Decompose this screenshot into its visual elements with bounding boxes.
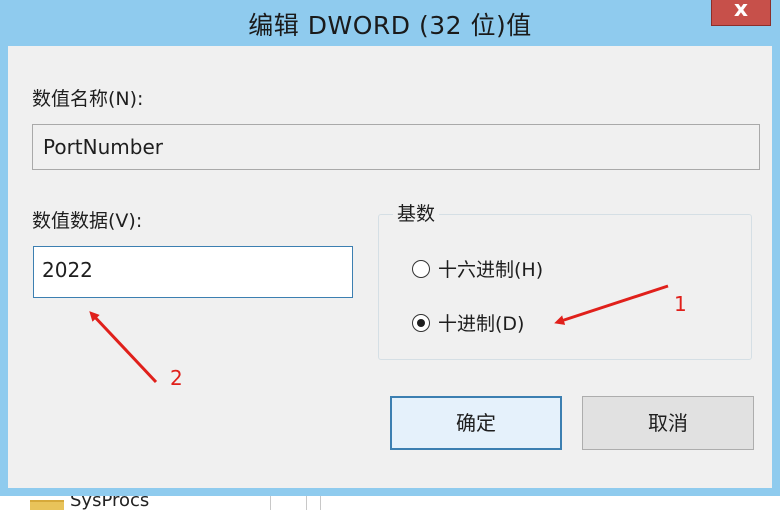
- title-bar[interactable]: 编辑 DWORD (32 位)值 x: [0, 0, 780, 44]
- radio-decimal-label[interactable]: 十进制(D): [438, 309, 524, 336]
- value-data-label: 数值数据(V):: [32, 210, 143, 232]
- value-data-input[interactable]: 2022: [33, 246, 353, 298]
- divider: [320, 496, 321, 510]
- close-icon: x: [733, 0, 749, 22]
- edit-dword-dialog: 编辑 DWORD (32 位)值 x 数值名称(N): PortNumber 数…: [0, 0, 780, 496]
- radio-checked-icon[interactable]: [412, 314, 430, 332]
- annotation-label-2: 2: [170, 366, 183, 390]
- divider: [270, 496, 271, 510]
- background-window-strip: SysProcs: [0, 496, 780, 510]
- background-tree-item: SysProcs: [70, 496, 150, 510]
- dialog-title: 编辑 DWORD (32 位)值: [248, 11, 532, 40]
- ok-button[interactable]: 确定: [390, 396, 562, 450]
- close-button[interactable]: x: [711, 0, 771, 26]
- divider: [306, 496, 307, 510]
- dialog-body: 数值名称(N): PortNumber 数值数据(V): 2022 基数 十六进…: [8, 46, 772, 488]
- value-name-field: PortNumber: [32, 124, 760, 170]
- base-group-title: 基数: [393, 199, 440, 226]
- radio-hexadecimal-label[interactable]: 十六进制(H): [438, 255, 543, 282]
- value-data-text: 2022: [42, 258, 93, 282]
- folder-icon: [30, 500, 64, 510]
- annotation-label-1: 1: [674, 292, 687, 316]
- radio-selected-dot: [417, 319, 425, 327]
- value-name-label: 数值名称(N):: [32, 88, 144, 110]
- radio-unchecked-icon[interactable]: [412, 260, 430, 278]
- cancel-button[interactable]: 取消: [582, 396, 754, 450]
- value-name-text: PortNumber: [43, 135, 163, 159]
- base-groupbox: 基数 十六进制(H) 十进制(D): [378, 199, 752, 360]
